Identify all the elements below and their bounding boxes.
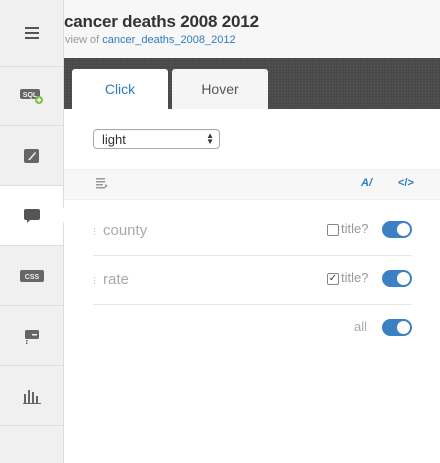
tab-click[interactable]: Click bbox=[72, 69, 168, 109]
title-checkbox-label: title? bbox=[341, 221, 369, 236]
field-row-county: county title? bbox=[93, 207, 412, 256]
toggle-knob bbox=[397, 223, 410, 236]
histogram-icon bbox=[22, 389, 41, 404]
tab-hover[interactable]: Hover bbox=[172, 69, 268, 109]
code-icon[interactable]: </> bbox=[398, 177, 414, 189]
legend-icon bbox=[24, 329, 39, 344]
sidebar-item-sql[interactable]: SQL bbox=[0, 66, 63, 126]
drag-handle-icon[interactable] bbox=[93, 276, 96, 284]
field-toggle-county[interactable] bbox=[382, 221, 412, 238]
list-icon[interactable] bbox=[96, 178, 108, 189]
view-of-label: view of bbox=[65, 34, 100, 46]
sidebar-item-infowindow[interactable] bbox=[0, 186, 63, 246]
active-pointer bbox=[57, 207, 64, 223]
speech-bubble-icon bbox=[23, 208, 40, 223]
field-name: rate bbox=[103, 271, 129, 288]
theme-select[interactable]: light ▲ ▼ bbox=[93, 129, 220, 149]
toggle-knob bbox=[397, 321, 410, 334]
sidebar-item-menu[interactable] bbox=[0, 0, 63, 67]
field-toolbar: A/ </> bbox=[64, 169, 440, 200]
tab-bar: Click Hover bbox=[64, 58, 440, 109]
all-fields-row: all bbox=[93, 305, 412, 353]
all-toggle[interactable] bbox=[382, 319, 412, 336]
title-checkbox-county[interactable] bbox=[327, 224, 339, 236]
title-checkbox-rate[interactable]: ✓ bbox=[327, 273, 339, 285]
select-caret-icon: ▲ ▼ bbox=[206, 131, 214, 146]
infowindow-panel: light ▲ ▼ A/ </> county title? rate ✓ tit… bbox=[64, 109, 440, 463]
sidebar-item-css[interactable]: CSS bbox=[0, 246, 63, 306]
all-toggle-label: all bbox=[354, 319, 368, 334]
css-icon: CSS bbox=[19, 269, 44, 282]
brush-icon bbox=[23, 148, 39, 163]
css-badge-text: CSS bbox=[24, 274, 39, 281]
field-row-rate: rate ✓ title? bbox=[93, 256, 412, 305]
title-checkbox-label: title? bbox=[341, 270, 369, 285]
sql-icon: SQL bbox=[19, 88, 43, 104]
sidebar: SQL CSS bbox=[0, 0, 64, 463]
toggle-knob bbox=[397, 272, 410, 285]
sidebar-item-histogram[interactable] bbox=[0, 366, 63, 426]
drag-handle-icon[interactable] bbox=[93, 227, 96, 235]
title-style-icon[interactable]: A/ bbox=[361, 177, 372, 189]
field-name: county bbox=[103, 222, 148, 239]
theme-select-value: light bbox=[102, 132, 126, 147]
field-toggle-rate[interactable] bbox=[382, 270, 412, 287]
subtitle: view of cancer_deaths_2008_2012 bbox=[65, 34, 236, 46]
sidebar-item-legend[interactable] bbox=[0, 306, 63, 366]
header: cancer deaths 2008 2012 view of cancer_de… bbox=[64, 0, 440, 58]
page-title: cancer deaths 2008 2012 bbox=[64, 12, 259, 31]
table-link[interactable]: cancer_deaths_2008_2012 bbox=[102, 34, 235, 46]
sidebar-item-wizard[interactable] bbox=[0, 126, 63, 186]
hamburger-icon bbox=[24, 27, 39, 39]
